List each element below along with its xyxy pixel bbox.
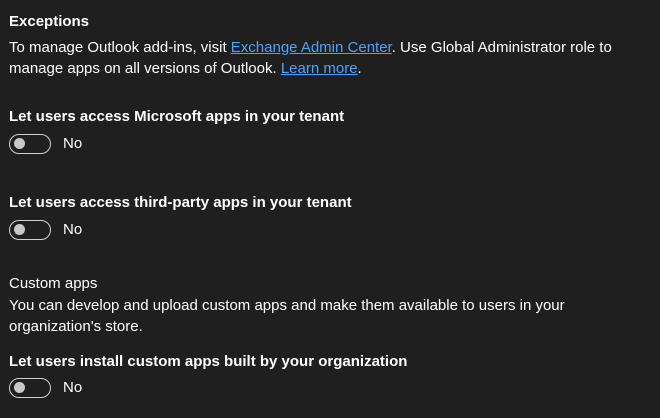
third-party-apps-toggle[interactable] (9, 220, 51, 240)
custom-apps-toggle-row: No (9, 376, 82, 400)
microsoft-apps-toggle-state: No (63, 135, 83, 152)
microsoft-apps-toggle[interactable] (9, 134, 51, 154)
custom-apps-toggle[interactable] (9, 378, 51, 398)
exceptions-text-part-1: To manage Outlook add-ins, visit (9, 39, 231, 56)
toggle-knob (14, 138, 25, 149)
settings-page: Exceptions To manage Outlook add-ins, vi… (0, 0, 660, 418)
custom-apps-heading: Custom apps (9, 275, 98, 292)
exceptions-description: To manage Outlook add-ins, visit Exchang… (9, 37, 654, 79)
third-party-apps-toggle-row: No (9, 218, 82, 242)
microsoft-apps-setting-label: Let users access Microsoft apps in your … (9, 108, 345, 125)
learn-more-link[interactable]: Learn more (281, 60, 358, 77)
exceptions-text-part-3: . (357, 60, 362, 77)
custom-apps-setting-label: Let users install custom apps built by y… (9, 353, 408, 370)
custom-apps-description: You can develop and upload custom apps a… (9, 297, 565, 335)
custom-apps-toggle-state: No (63, 379, 83, 396)
third-party-apps-toggle-state: No (63, 221, 83, 238)
microsoft-apps-toggle-row: No (9, 132, 82, 156)
toggle-knob (14, 382, 25, 393)
toggle-knob (14, 224, 25, 235)
exceptions-heading: Exceptions (9, 13, 90, 30)
third-party-apps-setting-label: Let users access third-party apps in you… (9, 194, 352, 211)
exchange-admin-center-link[interactable]: Exchange Admin Center (231, 39, 392, 56)
